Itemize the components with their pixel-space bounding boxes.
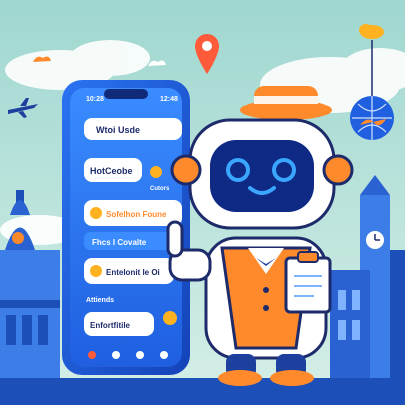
chat-bubble-text: Attiends	[86, 297, 114, 304]
chat-bubble-text: Fhcs I Covalte	[92, 238, 147, 247]
chat-bubble-text: HotCeobe	[90, 166, 133, 176]
scene: 10:28 12:48 Wtoi Usde HotCeobe Cutors So…	[0, 0, 405, 405]
chat-bubble-text: Entelonit Ie Oi	[106, 268, 160, 277]
nav-icon[interactable]	[136, 351, 144, 359]
illustration: 10:28 12:48 Wtoi Usde HotCeobe Cutors So…	[0, 0, 405, 405]
chat-bubble-text: Enfortfitile	[90, 321, 131, 330]
nav-icon[interactable]	[160, 351, 168, 359]
nav-icon[interactable]	[112, 351, 120, 359]
chat-bubble-text: Sofelhon Foune	[106, 210, 167, 219]
ground	[0, 378, 405, 405]
chat-bubble-text: Wtoi Usde	[96, 125, 140, 135]
nav-icon[interactable]	[88, 351, 96, 359]
sun-icon	[163, 311, 177, 325]
sun-icon	[150, 166, 162, 178]
status-time: 10:28	[86, 96, 104, 103]
phone-notch	[104, 89, 148, 99]
chat-bubble-text: Cutors	[150, 186, 170, 192]
status-battery: 12:48	[160, 96, 178, 103]
